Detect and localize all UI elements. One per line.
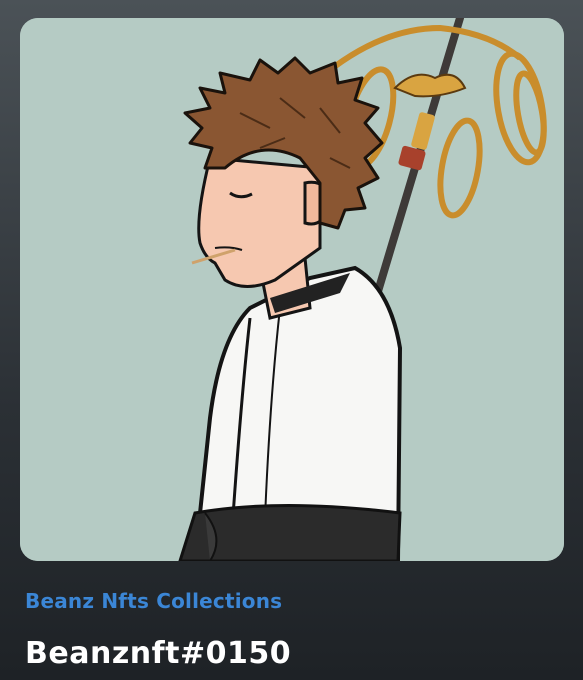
nft-artwork-image[interactable] [20,18,564,561]
token-title: Beanznft#0150 [25,636,292,671]
nft-meta: Beanz Nfts Collections Beanznft#0150 [25,589,563,671]
collection-link[interactable]: Beanz Nfts Collections [25,589,282,613]
